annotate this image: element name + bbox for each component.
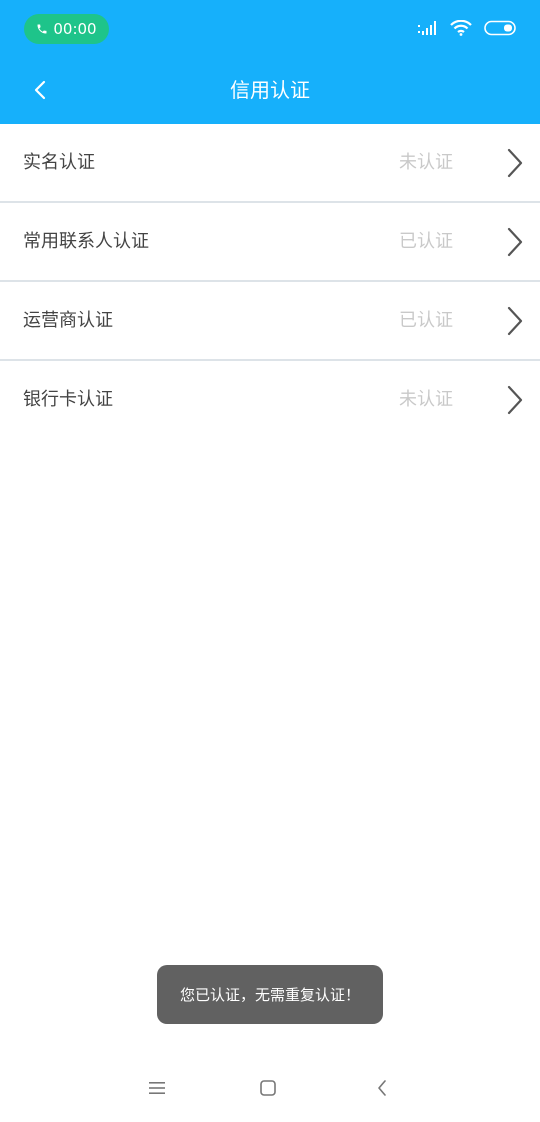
- item-label: 常用联系人认证: [23, 231, 149, 252]
- nav-back-button[interactable]: [368, 1074, 396, 1102]
- list-item-bank-card[interactable]: 银行卡认证 未认证: [0, 361, 540, 438]
- item-label: 运营商认证: [23, 310, 113, 331]
- menu-icon: [149, 1082, 165, 1094]
- home-icon: [260, 1080, 276, 1096]
- chevron-right-icon: [507, 385, 523, 415]
- item-label: 银行卡认证: [23, 389, 113, 410]
- signal-icon: [418, 21, 436, 35]
- battery-icon: [484, 20, 516, 36]
- item-status: 已认证: [399, 231, 453, 252]
- call-timer: 00:00: [53, 20, 97, 38]
- nav-home-button[interactable]: [254, 1074, 282, 1102]
- back-icon: [378, 1080, 386, 1096]
- item-label: 实名认证: [23, 152, 95, 173]
- item-status: 未认证: [399, 152, 453, 173]
- chevron-right-icon: [507, 306, 523, 336]
- system-nav-bar: [0, 1064, 540, 1112]
- item-status: 未认证: [399, 389, 453, 410]
- app-header: 00:00 信用认证: [0, 0, 540, 124]
- phone-icon: [37, 24, 47, 34]
- list-item-contacts[interactable]: 常用联系人认证 已认证: [0, 203, 540, 282]
- wifi-icon: [450, 20, 472, 36]
- item-status: 已认证: [399, 310, 453, 331]
- certification-list: 实名认证 未认证 常用联系人认证 已认证 运营商认证 已认证 银行卡认证 未认证: [0, 124, 540, 438]
- list-item-carrier[interactable]: 运营商认证 已认证: [0, 282, 540, 361]
- chevron-right-icon: [507, 148, 523, 178]
- status-icons: [418, 16, 518, 40]
- ongoing-call-pill[interactable]: 00:00: [24, 14, 109, 44]
- page-title: 信用认证: [230, 78, 310, 102]
- toast-message: 您已认证，无需重复认证！: [157, 965, 383, 1024]
- chevron-right-icon: [507, 227, 523, 257]
- nav-menu-button[interactable]: [143, 1074, 171, 1102]
- list-item-real-name[interactable]: 实名认证 未认证: [0, 124, 540, 203]
